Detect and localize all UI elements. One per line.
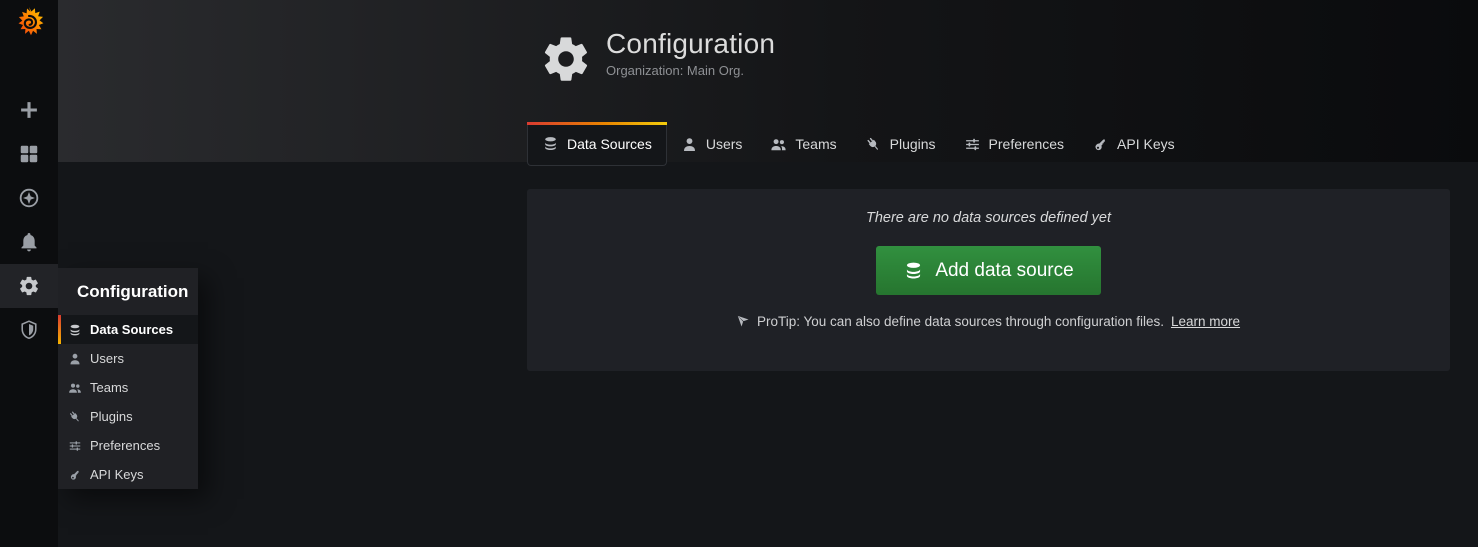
- grafana-logo-icon[interactable]: [0, 0, 58, 44]
- flyout-item-teams[interactable]: Teams: [58, 373, 198, 402]
- tab-teams[interactable]: Teams: [756, 122, 850, 166]
- tab-api-keys[interactable]: API Keys: [1078, 122, 1189, 166]
- data-sources-panel: There are no data sources defined yet Ad…: [527, 189, 1450, 371]
- database-icon: [903, 260, 924, 281]
- bell-icon: [18, 231, 40, 253]
- sidebar-item-alerting[interactable]: [0, 220, 58, 264]
- flyout-item-users[interactable]: Users: [58, 344, 198, 373]
- flyout-item-api-keys[interactable]: API Keys: [58, 460, 198, 489]
- learn-more-link[interactable]: Learn more: [1171, 314, 1240, 329]
- key-icon: [68, 468, 82, 482]
- flyout-item-label: Preferences: [90, 438, 160, 453]
- sidebar: [0, 0, 58, 547]
- page-header-band: Configuration Organization: Main Org. Da…: [58, 0, 1478, 162]
- protip-text: ProTip: You can also define data sources…: [757, 314, 1164, 329]
- sliders-icon: [964, 136, 981, 153]
- tab-label: Plugins: [890, 136, 936, 152]
- sliders-icon: [68, 439, 82, 453]
- key-icon: [1092, 136, 1109, 153]
- users-icon: [68, 381, 82, 395]
- tab-users[interactable]: Users: [667, 122, 757, 166]
- sidebar-item-server-admin[interactable]: [0, 308, 58, 352]
- tab-data-sources[interactable]: Data Sources: [527, 122, 667, 166]
- tab-preferences[interactable]: Preferences: [950, 122, 1078, 166]
- tab-label: API Keys: [1117, 136, 1175, 152]
- tab-bar: Data Sources Users Teams Plugins Prefere…: [527, 122, 1189, 166]
- user-icon: [68, 352, 82, 366]
- sidebar-item-create[interactable]: [0, 88, 58, 132]
- tab-label: Preferences: [989, 136, 1064, 152]
- flyout-item-preferences[interactable]: Preferences: [58, 431, 198, 460]
- flyout-item-label: Users: [90, 351, 124, 366]
- users-icon: [770, 136, 787, 153]
- rocket-icon: [737, 315, 750, 328]
- sidebar-item-explore[interactable]: [0, 176, 58, 220]
- tab-label: Data Sources: [567, 136, 652, 152]
- flyout-item-plugins[interactable]: Plugins: [58, 402, 198, 431]
- tab-label: Users: [706, 136, 743, 152]
- plug-icon: [865, 136, 882, 153]
- flyout-item-label: Plugins: [90, 409, 133, 424]
- page-header: Configuration Organization: Main Org.: [540, 27, 775, 85]
- page-subtitle: Organization: Main Org.: [606, 63, 775, 78]
- flyout-item-label: Teams: [90, 380, 128, 395]
- configuration-flyout-menu: Configuration Data Sources Users Teams P…: [58, 268, 198, 489]
- plus-icon: [18, 99, 40, 121]
- dashboards-grid-icon: [18, 143, 40, 165]
- tab-label: Teams: [795, 136, 836, 152]
- add-data-source-button-label: Add data source: [935, 260, 1073, 282]
- plug-icon: [68, 410, 82, 424]
- user-icon: [681, 136, 698, 153]
- database-icon: [68, 323, 82, 337]
- add-data-source-button[interactable]: Add data source: [876, 246, 1100, 295]
- sidebar-item-dashboards[interactable]: [0, 132, 58, 176]
- gear-icon: [18, 275, 40, 297]
- gear-icon: [540, 33, 592, 85]
- sidebar-item-configuration[interactable]: [0, 264, 58, 308]
- flyout-item-data-sources[interactable]: Data Sources: [58, 315, 198, 344]
- compass-icon: [18, 187, 40, 209]
- page-title: Configuration: [606, 27, 775, 61]
- flyout-item-label: API Keys: [90, 467, 143, 482]
- flyout-title[interactable]: Configuration: [58, 268, 198, 315]
- protip-row: ProTip: You can also define data sources…: [527, 314, 1450, 329]
- database-icon: [542, 135, 559, 152]
- flyout-item-label: Data Sources: [90, 322, 173, 337]
- tab-plugins[interactable]: Plugins: [851, 122, 950, 166]
- empty-state-message: There are no data sources defined yet: [527, 189, 1450, 226]
- shield-icon: [18, 319, 40, 341]
